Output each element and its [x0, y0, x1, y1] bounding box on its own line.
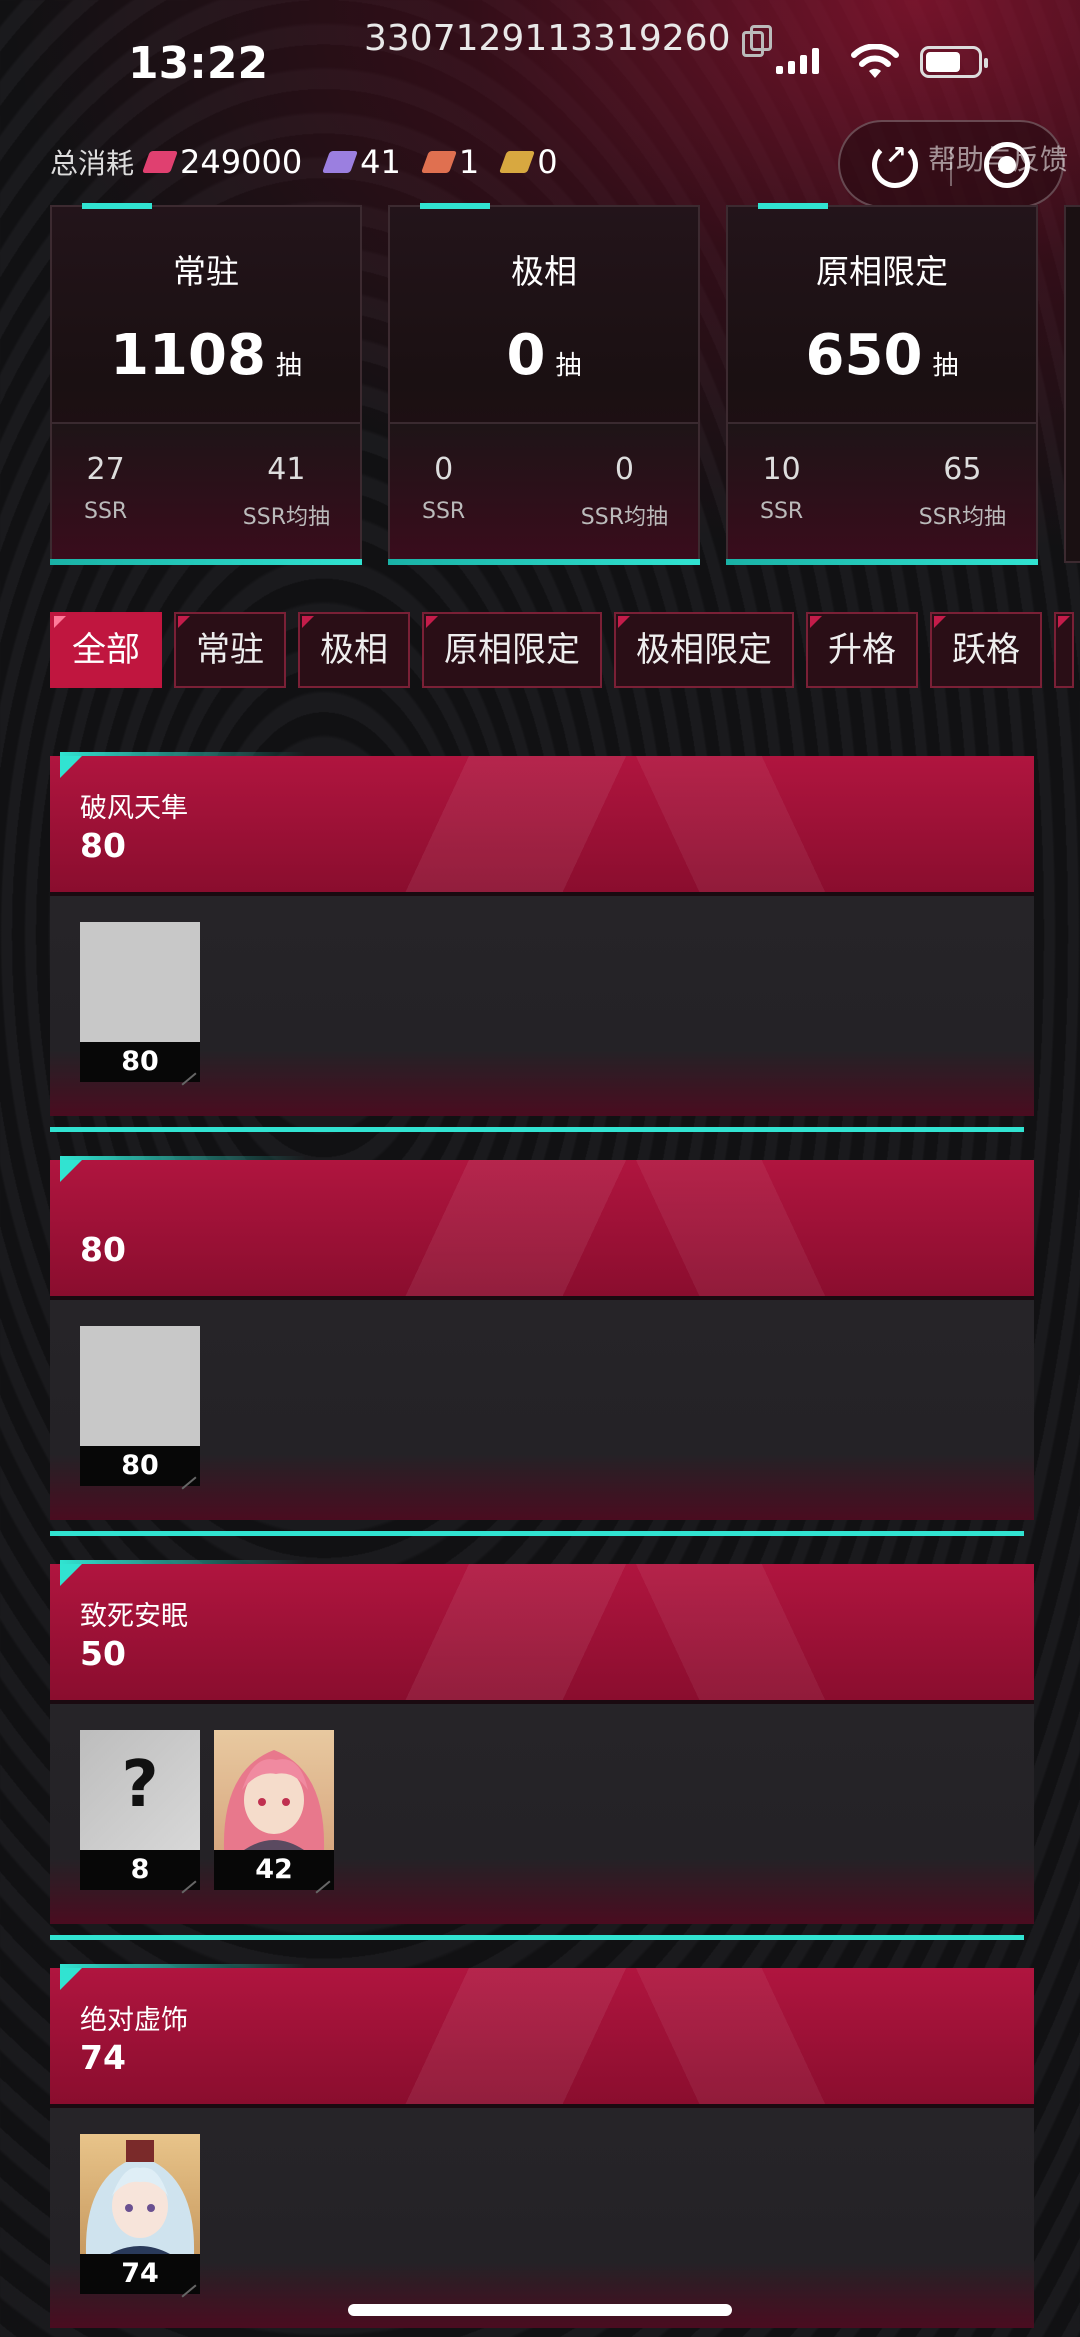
- pull-item[interactable]: ? 8: [80, 1730, 200, 1890]
- stat-card-extreme: 极相 0抽 0 SSR 0 SSR均抽: [388, 203, 700, 565]
- stat-title: 常驻: [173, 252, 239, 291]
- pool-name: 破风天隼: [80, 793, 188, 824]
- currency-crystal: 249000: [142, 143, 303, 181]
- currency-value: 0: [537, 143, 558, 181]
- status-bar: 13:22 3307129113319260: [0, 0, 1080, 120]
- refresh-icon[interactable]: [872, 141, 918, 188]
- crystal-icon: [142, 151, 179, 173]
- tab-leap[interactable]: 跃格: [930, 612, 1042, 688]
- total-consumption: 总消耗 249000 41 1 0: [50, 142, 582, 182]
- stat-card-partial: [1064, 205, 1080, 563]
- currency-gold-ticket: 0: [499, 143, 558, 181]
- signal-icon: [776, 48, 819, 74]
- pull-item[interactable]: 74: [80, 2134, 200, 2294]
- pool-count: 80: [80, 826, 126, 865]
- consumption-label: 总消耗: [50, 147, 135, 180]
- character-portrait: [80, 922, 200, 1042]
- tab-more[interactable]: [1054, 612, 1074, 688]
- character-portrait: [80, 1326, 200, 1446]
- pull-count: 74: [80, 2254, 200, 2294]
- pull-count: 80: [80, 1042, 200, 1082]
- currency-value: 1: [458, 143, 480, 181]
- help-feedback-pill[interactable]: 帮助与反馈: [838, 120, 1068, 208]
- pull-count: 8: [80, 1850, 200, 1890]
- silver-hair-character-icon: [85, 2140, 195, 2254]
- pool-count: 80: [80, 1230, 126, 1269]
- home-indicator[interactable]: [348, 2304, 732, 2316]
- currency-value: 41: [360, 143, 401, 181]
- tab-original-limited[interactable]: 原相限定: [422, 612, 602, 688]
- pool-count: 74: [80, 2038, 126, 2077]
- stats-row: 常驻 1108 抽 27 SSR 41 SSR均抽 极相 0抽 0 SSR 0 SSR均抽…: [50, 203, 1080, 565]
- currency-value: 249000: [180, 143, 303, 181]
- tab-extreme[interactable]: 极相: [298, 612, 410, 688]
- pool-card[interactable]: 破风天隼 80 80: [50, 752, 1034, 1132]
- currency-limited-ticket: 1: [420, 143, 480, 181]
- ticket-icon: [322, 151, 359, 173]
- stat-card-standard: 常驻 1108 抽 27 SSR 41 SSR均抽: [50, 203, 362, 565]
- pull-count: 42: [214, 1850, 334, 1890]
- pull-item[interactable]: 80: [80, 922, 200, 1082]
- limited-ticket-icon: [420, 151, 457, 173]
- tab-standard[interactable]: 常驻: [174, 612, 286, 688]
- pull-count: 80: [80, 1446, 200, 1486]
- pool-card[interactable]: 80 80: [50, 1156, 1034, 1536]
- stat-count: 1108 抽: [110, 323, 302, 388]
- stat-count: 0抽: [506, 323, 582, 388]
- battery-icon: [920, 46, 988, 78]
- record-icon[interactable]: [984, 142, 1030, 188]
- stat-card-limited: 原相限定 650 抽 10 SSR 65 SSR均抽: [726, 203, 1038, 565]
- stat-count: 650 抽: [805, 323, 959, 388]
- pool-card[interactable]: 绝对虚饰 74 74: [50, 1964, 1034, 2328]
- pool-name: 致死安眠: [80, 1601, 188, 1632]
- character-portrait: [214, 1730, 334, 1850]
- pool-card[interactable]: 致死安眠 50 ? 8 42: [50, 1560, 1034, 1940]
- ssr-average: 41: [267, 452, 306, 487]
- pool-filter-tabs: 全部 常驻 极相 原相限定 极相限定 升格 跃格: [50, 612, 1074, 688]
- ssr-count: 10: [762, 452, 801, 487]
- ssr-average: 0: [614, 452, 634, 487]
- ssr-count: 0: [434, 452, 454, 487]
- character-portrait: [80, 2134, 200, 2254]
- ssr-count: 27: [86, 452, 125, 487]
- currency-ticket: 41: [322, 143, 401, 181]
- tab-ascend[interactable]: 升格: [806, 612, 918, 688]
- pool-name: 绝对虚饰: [80, 2005, 188, 2036]
- pool-count: 50: [80, 1634, 126, 1673]
- tab-all[interactable]: 全部: [50, 612, 162, 688]
- uid-text: 3307129113319260: [364, 18, 731, 59]
- pull-item[interactable]: 80: [80, 1326, 200, 1486]
- divider: [950, 148, 952, 186]
- ssr-average: 65: [943, 452, 982, 487]
- stat-title: 原相限定: [816, 252, 948, 291]
- gold-ticket-icon: [499, 151, 536, 173]
- unknown-portrait: ?: [80, 1730, 200, 1850]
- pull-item[interactable]: 42: [214, 1730, 334, 1890]
- uid-display[interactable]: 3307129113319260: [364, 18, 773, 59]
- pink-hair-character-icon: [223, 1750, 325, 1850]
- copy-icon[interactable]: [742, 24, 773, 57]
- status-time: 13:22: [128, 38, 269, 89]
- tab-extreme-limited[interactable]: 极相限定: [614, 612, 794, 688]
- stat-title: 极相: [511, 252, 577, 291]
- wifi-icon: [851, 44, 899, 78]
- question-mark-icon: ?: [121, 1748, 159, 1822]
